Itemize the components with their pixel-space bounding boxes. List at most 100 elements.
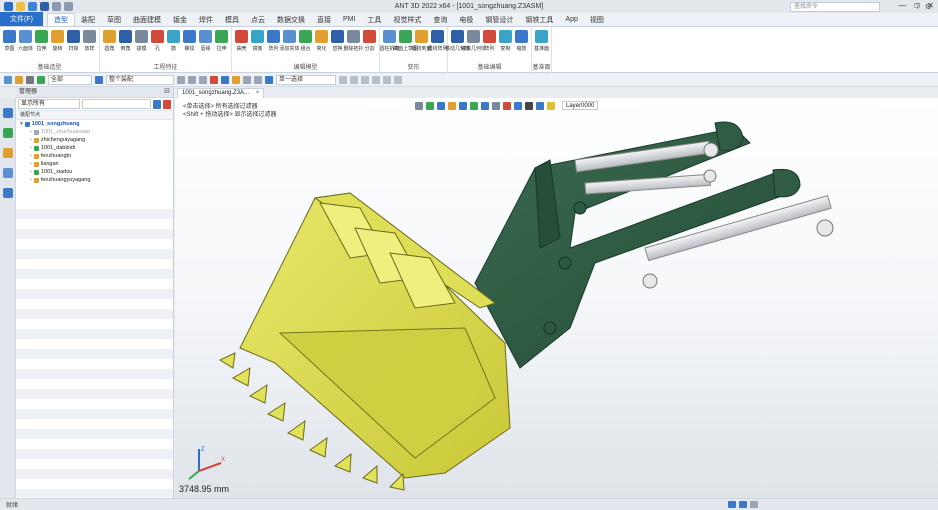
- pick-icon[interactable]: [265, 75, 273, 84]
- color-icon[interactable]: [37, 75, 45, 84]
- fullscreen-icon[interactable]: [739, 501, 747, 508]
- ribbon-tab[interactable]: 草图: [101, 13, 127, 26]
- ribbon-tab[interactable]: 钢管设计: [479, 13, 519, 26]
- ribbon-button[interactable]: 旋转: [50, 29, 65, 60]
- tree-item[interactable]: ▾ 1001_songzhuang: [16, 120, 173, 128]
- help-icon[interactable]: ?: [915, 2, 919, 11]
- history-manager-icon[interactable]: [3, 108, 13, 118]
- light-icon[interactable]: [243, 75, 251, 84]
- arc-tool-icon[interactable]: [372, 75, 380, 84]
- file-menu-tab[interactable]: 文件(F): [0, 12, 43, 26]
- ribbon-button[interactable]: 六面体: [18, 29, 33, 60]
- expand-toggle-icon[interactable]: ›: [30, 128, 32, 136]
- ribbon-tab[interactable]: 数据交换: [271, 13, 311, 26]
- point-tool-icon[interactable]: [361, 75, 369, 84]
- expand-toggle-icon[interactable]: ›: [30, 176, 32, 184]
- ribbon-button[interactable]: 组合: [298, 29, 313, 60]
- property-manager-icon[interactable]: [3, 148, 13, 158]
- ribbon-tab[interactable]: 曲面建模: [127, 13, 167, 26]
- render-icon[interactable]: [232, 75, 240, 84]
- display-filter-combo[interactable]: 显示所有: [18, 99, 80, 109]
- ribbon-button[interactable]: 镜像: [250, 29, 265, 60]
- tree-item[interactable]: › 1001_zhuchuanxiao: [16, 128, 173, 136]
- ribbon-button[interactable]: 孔: [150, 29, 165, 60]
- tree-item[interactable]: › liangan: [16, 160, 173, 168]
- grid-icon[interactable]: [188, 75, 196, 84]
- measure-icon[interactable]: [210, 75, 218, 84]
- circle-tool-icon[interactable]: [383, 75, 391, 84]
- ribbon-button[interactable]: 缠绕阵列: [428, 29, 448, 60]
- line-icon[interactable]: [26, 75, 34, 84]
- dim-tool-icon[interactable]: [394, 75, 402, 84]
- pick-mode-combo[interactable]: 单一选择: [276, 74, 336, 85]
- ribbon-button[interactable]: 草图: [2, 29, 17, 60]
- ribbon-button[interactable]: 分割: [362, 29, 377, 60]
- ribbon-button[interactable]: 阵列: [482, 29, 497, 60]
- ribbon-tab[interactable]: 视觉样式: [387, 13, 427, 26]
- 3d-viewport[interactable]: <单击选择> 所有选择过滤器 <Shift + 拖动选择> 显示选择过滤器 La…: [175, 98, 938, 498]
- view-icon[interactable]: [221, 75, 229, 84]
- document-tab[interactable]: 1001_songzhuang.Z3A... ×: [177, 88, 265, 98]
- tree-item[interactable]: › fenzhuangyuyagang: [16, 176, 173, 184]
- snap-icon[interactable]: [177, 75, 185, 84]
- expand-toggle-icon[interactable]: ▾: [20, 120, 23, 128]
- ribbon-tab[interactable]: 工具: [361, 13, 387, 26]
- ribbon-button[interactable]: 唇缘: [198, 29, 213, 60]
- expand-toggle-icon[interactable]: ›: [30, 144, 32, 152]
- ribbon-tab[interactable]: 点云: [245, 13, 271, 26]
- tree-settings-icon[interactable]: [163, 99, 171, 109]
- tree-search-input[interactable]: [81, 99, 152, 109]
- ribbon-button[interactable]: 基准面: [534, 29, 549, 60]
- view-manager-icon[interactable]: [3, 168, 13, 178]
- filter-icon[interactable]: [153, 99, 162, 109]
- ribbon-tab[interactable]: 查询: [427, 13, 453, 26]
- tree-item[interactable]: › 1001_xiadou: [16, 168, 173, 176]
- section-icon[interactable]: [254, 75, 262, 84]
- ribbon-tab[interactable]: 钣金: [167, 13, 193, 26]
- ribbon-button[interactable]: 圆角: [102, 29, 117, 60]
- help-manager-icon[interactable]: [3, 188, 13, 198]
- filter-combo[interactable]: 全部: [48, 74, 92, 85]
- ribbon-button[interactable]: 复制: [498, 29, 513, 60]
- minimize-icon[interactable]: —: [898, 1, 906, 10]
- selection-scope-combo[interactable]: 整个装配: [106, 74, 174, 85]
- ribbon-tab[interactable]: 装配: [75, 13, 101, 26]
- ribbon-button[interactable]: 螺纹: [182, 29, 197, 60]
- ribbon-button[interactable]: 拉伸: [34, 29, 49, 60]
- pointer-icon[interactable]: [4, 75, 12, 84]
- layout-icon[interactable]: [728, 501, 736, 508]
- ribbon-button[interactable]: 拉伸: [214, 29, 229, 60]
- filter-icon[interactable]: [15, 75, 23, 84]
- ribbon-button[interactable]: 筋: [166, 29, 181, 60]
- tree-item[interactable]: › 1001_dabibidi: [16, 144, 173, 152]
- ribbon-button[interactable]: 放样: [82, 29, 97, 60]
- sketch-tool-icon[interactable]: [339, 75, 347, 84]
- ribbon-tab[interactable]: 钢铁工具: [519, 13, 559, 26]
- tree-item[interactable]: › fenzhuangbi: [16, 152, 173, 160]
- status-icon[interactable]: [750, 501, 758, 508]
- excavator-bucket-model[interactable]: [175, 98, 938, 498]
- ribbon-tab[interactable]: 焊件: [193, 13, 219, 26]
- ribbon-button[interactable]: 简化: [314, 29, 329, 60]
- tree-item[interactable]: › zhichenguiyagang: [16, 136, 173, 144]
- ribbon-tab[interactable]: 模具: [219, 13, 245, 26]
- expand-toggle-icon[interactable]: ›: [30, 160, 32, 168]
- ribbon-button[interactable]: 添加实体: [280, 29, 300, 60]
- align-icon[interactable]: [199, 75, 207, 84]
- ribbon-tab[interactable]: 造型: [46, 13, 75, 26]
- ribbon-button[interactable]: 镜像几何体: [461, 29, 486, 60]
- ribbon-button[interactable]: 倒角: [118, 29, 133, 60]
- curve-tool-icon[interactable]: [350, 75, 358, 84]
- panel-pin-icon[interactable]: ⊟: [164, 87, 170, 95]
- assembly-manager-icon[interactable]: [3, 128, 13, 138]
- ribbon-button[interactable]: 删除拓扑: [344, 29, 364, 60]
- ribbon-button[interactable]: 拔模: [134, 29, 149, 60]
- assembly-icon[interactable]: [95, 75, 103, 84]
- ribbon-button[interactable]: 缩放: [514, 29, 529, 60]
- ribbon-tab[interactable]: PMI: [337, 13, 361, 26]
- command-search-input[interactable]: 查找命令: [790, 2, 880, 12]
- ribbon-tab[interactable]: 视图: [584, 13, 610, 26]
- expand-toggle-icon[interactable]: ›: [30, 136, 32, 144]
- expand-toggle-icon[interactable]: ›: [30, 152, 32, 160]
- ribbon-button[interactable]: 扫掠: [66, 29, 81, 60]
